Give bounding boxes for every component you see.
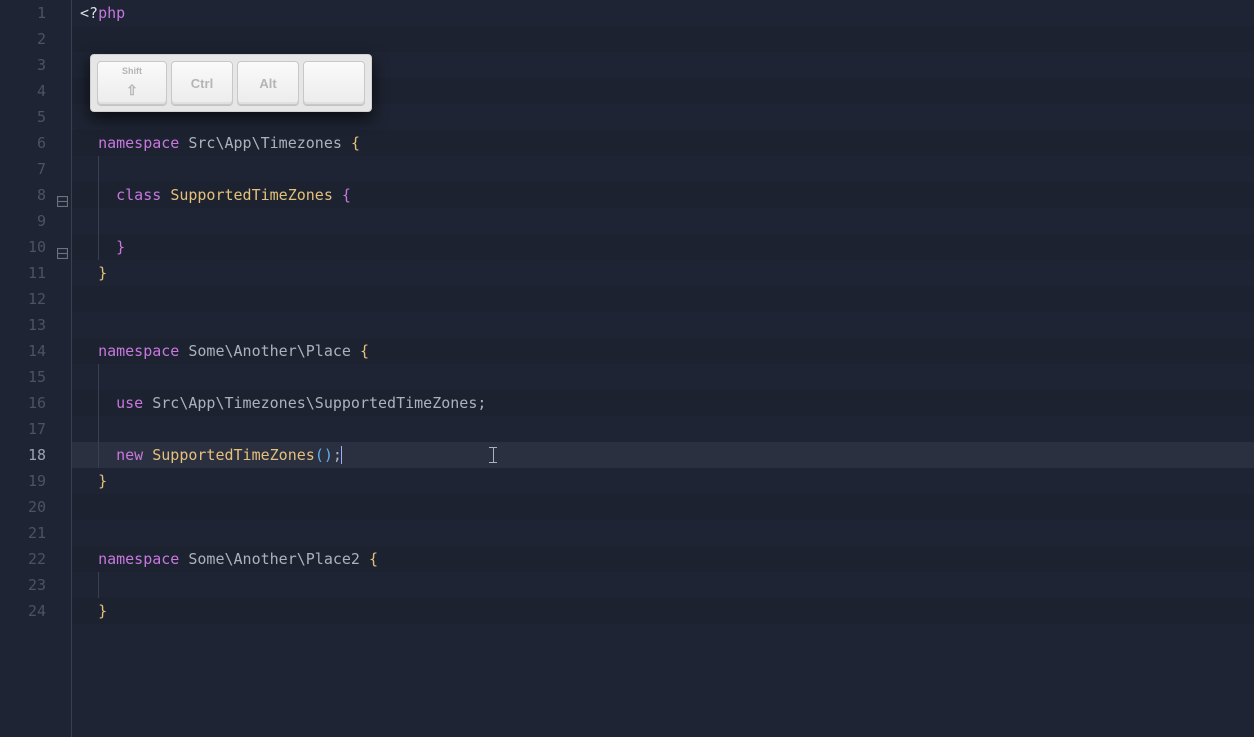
fold-gutter-cell — [54, 494, 71, 520]
fold-gutter-cell — [54, 416, 71, 442]
code-line[interactable] — [72, 156, 1254, 182]
shift-key-label: Shift — [122, 67, 142, 76]
indent-guide — [98, 572, 99, 598]
fold-gutter-cell — [54, 234, 71, 260]
code-line[interactable] — [72, 572, 1254, 598]
blank-key — [303, 61, 365, 105]
code-line[interactable]: namespace Some\Another\Place { — [72, 338, 1254, 364]
code-line[interactable] — [72, 26, 1254, 52]
indent-guide — [98, 208, 99, 234]
code-line[interactable] — [72, 520, 1254, 546]
line-number: 17 — [0, 416, 46, 442]
alt-key-label: Alt — [259, 77, 276, 90]
fold-gutter-cell — [54, 260, 71, 286]
fold-gutter-cell — [54, 130, 71, 156]
fold-gutter-cell — [54, 104, 71, 130]
code-line[interactable]: } — [72, 260, 1254, 286]
shortcut-keys-overlay: Shift ⇧ Ctrl Alt — [90, 54, 372, 112]
fold-gutter-cell — [54, 338, 71, 364]
code-line[interactable]: class SupportedTimeZones { — [72, 182, 1254, 208]
code-line[interactable] — [72, 416, 1254, 442]
fold-gutter-cell — [54, 156, 71, 182]
fold-gutter-cell — [54, 208, 71, 234]
code-line[interactable]: } — [72, 234, 1254, 260]
line-number: 13 — [0, 312, 46, 338]
line-number-gutter: 123456789101112131415161718192021222324 — [0, 0, 54, 737]
line-number: 15 — [0, 364, 46, 390]
fold-gutter-cell — [54, 468, 71, 494]
line-number: 21 — [0, 520, 46, 546]
line-number: 16 — [0, 390, 46, 416]
fold-gutter-cell — [54, 364, 71, 390]
fold-gutter-cell — [54, 0, 71, 26]
line-number: 19 — [0, 468, 46, 494]
line-number: 9 — [0, 208, 46, 234]
line-number: 5 — [0, 104, 46, 130]
close-fold-icon[interactable] — [57, 189, 68, 200]
code-line[interactable] — [72, 312, 1254, 338]
code-line[interactable]: use Src\App\Timezones\SupportedTimeZones… — [72, 390, 1254, 416]
indent-guide — [98, 156, 99, 182]
line-number: 1 — [0, 0, 46, 26]
line-number: 22 — [0, 546, 46, 572]
line-number: 3 — [0, 52, 46, 78]
code-line[interactable]: namespace Src\App\Timezones { — [72, 130, 1254, 156]
fold-gutter-cell — [54, 182, 71, 208]
line-number: 14 — [0, 338, 46, 364]
indent-guide — [98, 234, 99, 260]
line-number: 24 — [0, 598, 46, 624]
fold-gutter-cell — [54, 442, 71, 468]
shift-key: Shift ⇧ — [97, 61, 167, 105]
line-number: 7 — [0, 156, 46, 182]
fold-gutter-cell — [54, 78, 71, 104]
text-caret — [341, 446, 342, 464]
code-line[interactable] — [72, 494, 1254, 520]
line-number: 20 — [0, 494, 46, 520]
fold-gutter-cell — [54, 546, 71, 572]
code-line[interactable]: } — [72, 468, 1254, 494]
code-line[interactable] — [72, 208, 1254, 234]
line-number: 11 — [0, 260, 46, 286]
code-line[interactable]: new SupportedTimeZones(); — [72, 442, 1254, 468]
code-line[interactable]: } — [72, 598, 1254, 624]
line-number: 8 — [0, 182, 46, 208]
ctrl-key: Ctrl — [171, 61, 233, 105]
indent-guide — [98, 182, 99, 208]
indent-guide — [98, 390, 99, 416]
fold-gutter-cell — [54, 286, 71, 312]
fold-gutter-cell — [54, 390, 71, 416]
line-number: 6 — [0, 130, 46, 156]
line-number: 10 — [0, 234, 46, 260]
fold-gutter-cell — [54, 52, 71, 78]
i-beam-cursor-icon — [492, 447, 494, 463]
fold-gutter — [54, 0, 72, 737]
line-number: 23 — [0, 572, 46, 598]
indent-guide — [98, 416, 99, 442]
fold-gutter-cell — [54, 312, 71, 338]
line-number: 4 — [0, 78, 46, 104]
close-fold-icon[interactable] — [57, 241, 68, 252]
code-line[interactable]: <?php — [72, 0, 1254, 26]
ctrl-key-label: Ctrl — [191, 77, 213, 90]
fold-gutter-cell — [54, 26, 71, 52]
alt-key: Alt — [237, 61, 299, 105]
shift-arrow-icon: ⇧ — [126, 82, 138, 99]
indent-guide — [98, 442, 99, 468]
fold-gutter-cell — [54, 598, 71, 624]
line-number: 12 — [0, 286, 46, 312]
fold-gutter-cell — [54, 572, 71, 598]
code-line[interactable] — [72, 364, 1254, 390]
code-line[interactable]: namespace Some\Another\Place2 { — [72, 546, 1254, 572]
code-line[interactable] — [72, 286, 1254, 312]
line-number: 18 — [0, 442, 46, 468]
fold-gutter-cell — [54, 520, 71, 546]
line-number: 2 — [0, 26, 46, 52]
indent-guide — [98, 364, 99, 390]
